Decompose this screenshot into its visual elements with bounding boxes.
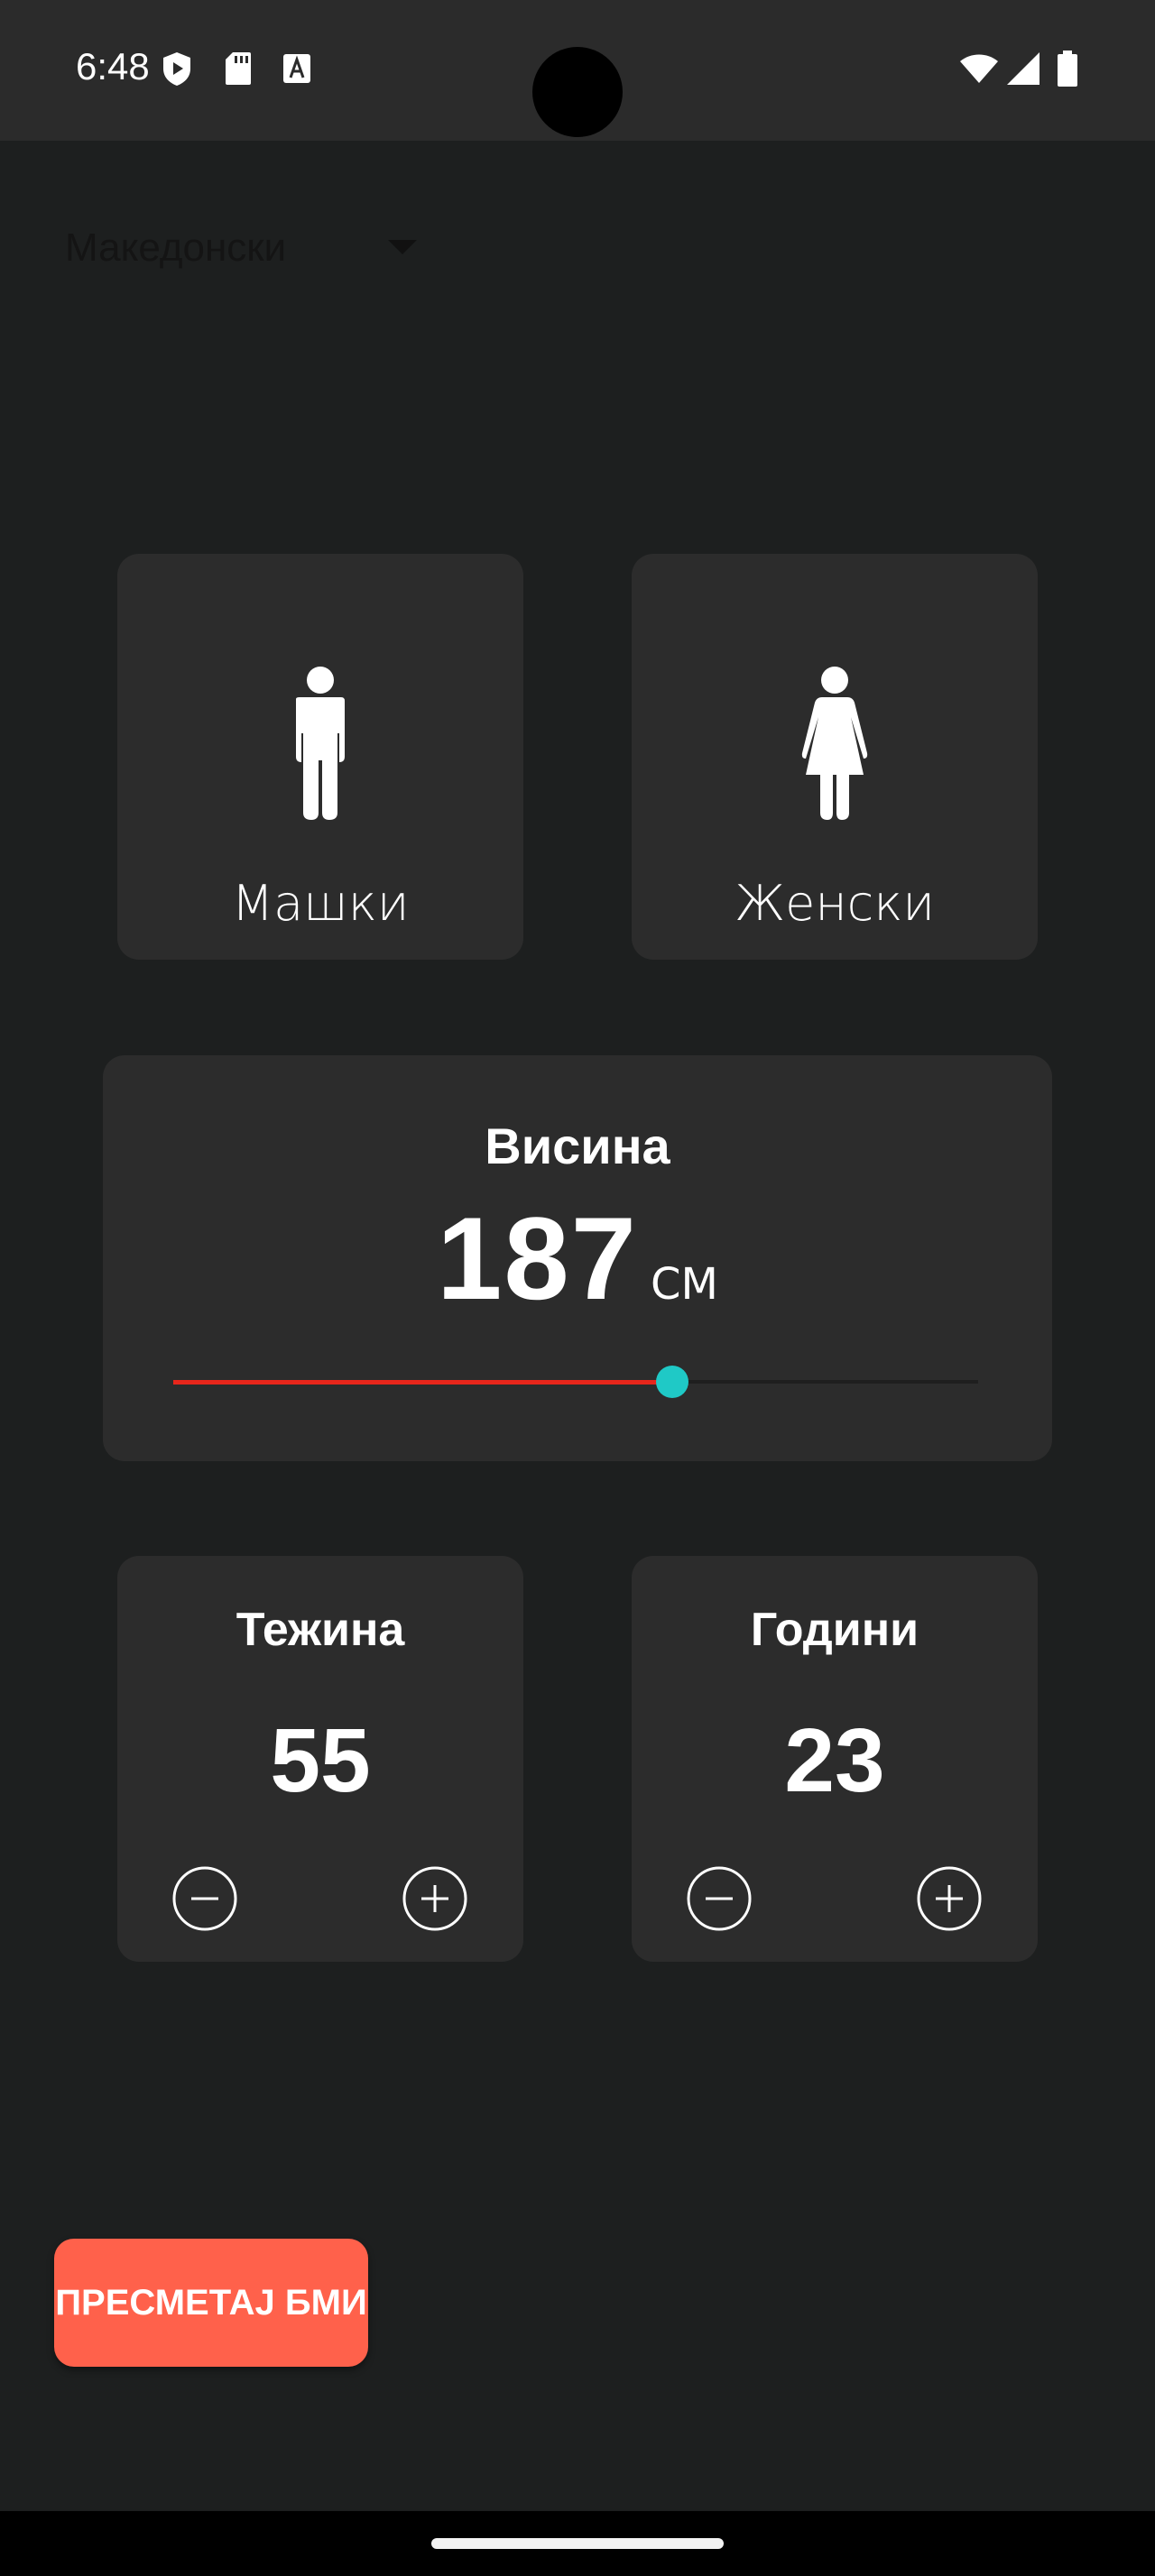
height-unit: CM	[650, 1259, 718, 1310]
height-slider[interactable]	[173, 1366, 978, 1398]
language-select[interactable]: Македонски	[65, 216, 444, 280]
age-card: Години 23	[632, 1556, 1038, 1962]
plus-circle-icon	[402, 1866, 467, 1931]
battery-icon	[1056, 51, 1079, 93]
height-slider-fill	[173, 1380, 673, 1385]
weight-increase-button[interactable]	[402, 1865, 468, 1932]
weight-value: 55	[270, 1710, 371, 1811]
home-gesture-handle[interactable]	[431, 2538, 724, 2549]
status-time: 6:48	[76, 45, 150, 87]
age-value: 23	[784, 1710, 885, 1811]
keyboard-a-icon	[282, 51, 314, 87]
dropdown-arrow-icon	[388, 240, 417, 254]
height-title: Висина	[485, 1118, 670, 1174]
height-card: Висина 187 CM	[103, 1055, 1052, 1461]
height-value: 187	[437, 1192, 638, 1324]
shield-play-icon	[161, 51, 193, 87]
female-figure-icon	[799, 667, 871, 824]
navigation-bar	[0, 2511, 1155, 2576]
weight-title: Тежина	[236, 1604, 405, 1656]
age-decrease-button[interactable]	[686, 1865, 753, 1932]
age-increase-button[interactable]	[916, 1865, 983, 1932]
minus-circle-icon	[687, 1866, 752, 1931]
gender-female-card[interactable]: Женски	[632, 554, 1038, 960]
plus-circle-icon	[917, 1866, 982, 1931]
height-slider-thumb[interactable]	[656, 1366, 689, 1398]
minus-circle-icon	[172, 1866, 237, 1931]
weight-decrease-button[interactable]	[171, 1865, 238, 1932]
bmi-screen: 6:48 Македонски Машки Женски Висина 187 …	[0, 0, 1155, 2576]
wifi-icon	[958, 51, 1000, 91]
age-title: Години	[750, 1604, 919, 1656]
weight-card: Тежина 55	[117, 1556, 523, 1962]
height-value-row: 187 CM	[103, 1191, 1052, 1326]
status-bar: 6:48	[0, 0, 1155, 141]
signal-icon	[1005, 51, 1041, 91]
male-figure-icon	[287, 667, 354, 824]
gender-male-label: Машки	[231, 875, 410, 932]
gender-female-label: Женски	[735, 875, 935, 932]
gender-male-card[interactable]: Машки	[117, 554, 523, 960]
language-select-value: Македонски	[65, 225, 287, 270]
front-camera	[532, 47, 623, 137]
sd-card-icon	[224, 51, 256, 87]
calculate-bmi-button[interactable]: ПРЕСМЕТАЈ БМИ	[54, 2239, 368, 2367]
